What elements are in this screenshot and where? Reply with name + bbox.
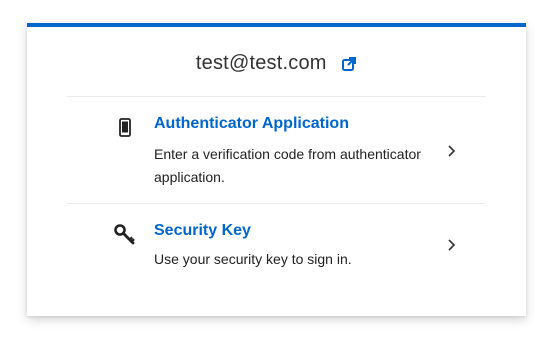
security-key-option[interactable]: Security Key Use your security key to si… <box>67 204 486 284</box>
chevron-right-icon <box>448 239 456 251</box>
security-key-title: Security Key <box>154 222 251 239</box>
mobile-phone-icon <box>119 118 131 137</box>
attempted-username: test@test.com <box>195 52 327 74</box>
external-link-icon <box>342 56 357 71</box>
authenticator-application-option[interactable]: Authenticator Application Enter a verifi… <box>67 97 486 204</box>
authentication-method-list: Authenticator Application Enter a verifi… <box>67 96 486 284</box>
reset-login-link[interactable] <box>341 56 357 72</box>
login-card: test@test.com Authenticator Application … <box>27 23 526 316</box>
authenticator-application-title: Authenticator Application <box>154 115 349 132</box>
chevron-right-icon <box>448 145 456 157</box>
authenticator-application-description: Enter a verification code from authentic… <box>154 146 421 185</box>
security-key-description: Use your security key to sign in. <box>154 251 352 267</box>
key-icon <box>114 224 135 245</box>
login-header: test@test.com <box>27 52 526 82</box>
